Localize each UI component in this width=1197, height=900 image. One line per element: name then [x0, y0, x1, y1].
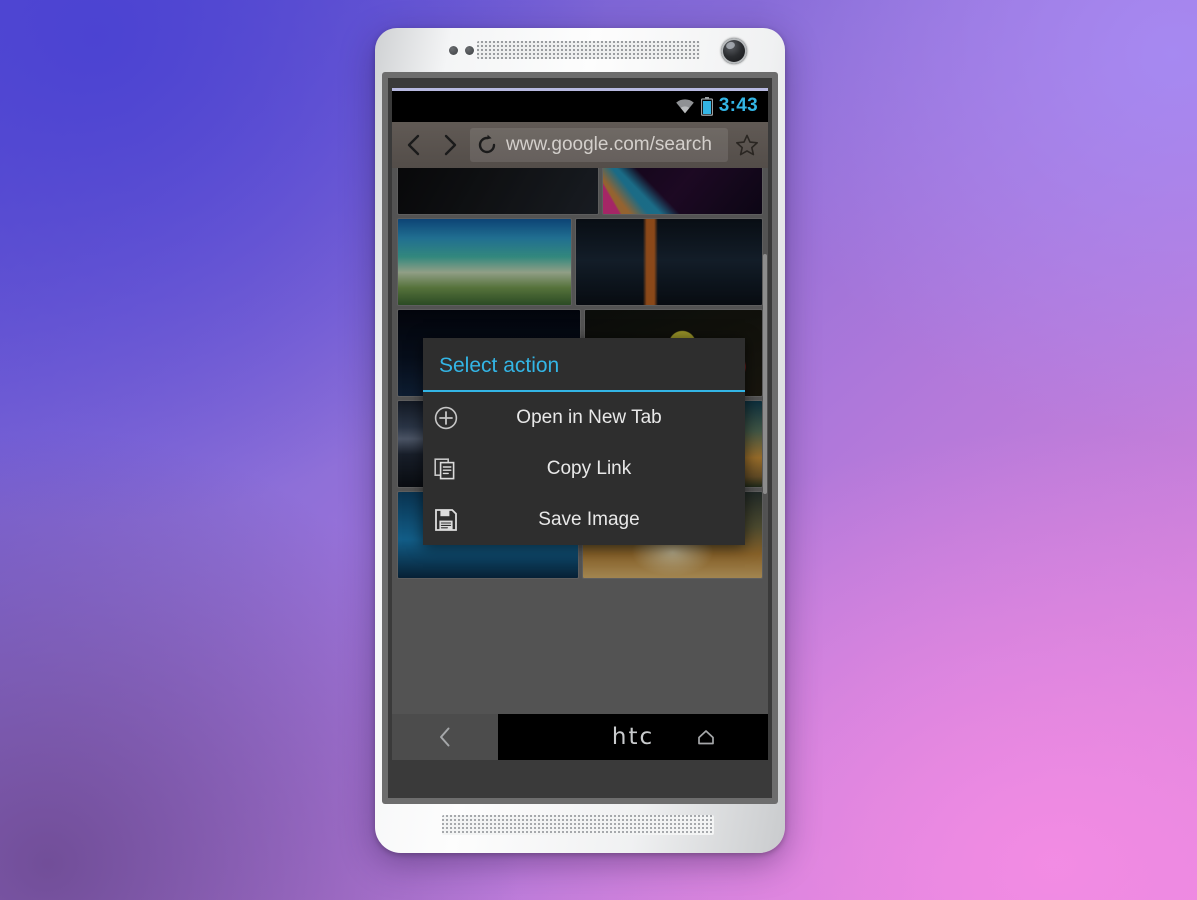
browser-forward-button[interactable] [432, 127, 468, 163]
front-camera-icon [721, 38, 747, 64]
chevron-left-icon [407, 134, 420, 156]
select-action-dialog: Select action Open in New Tab Copy Link [423, 338, 745, 545]
nav-home-button[interactable] [692, 723, 720, 751]
chevron-right-icon [444, 134, 457, 156]
browser-back-button[interactable] [396, 127, 432, 163]
floppy-save-icon [429, 503, 463, 537]
dialog-item-label: Save Image [538, 508, 640, 530]
battery-icon [700, 96, 713, 116]
url-text[interactable]: www.google.com/search [506, 134, 722, 156]
light-sensor-icon [465, 46, 474, 55]
url-bar[interactable]: www.google.com/search [470, 128, 728, 162]
reload-icon [478, 134, 496, 154]
copy-icon [429, 452, 463, 486]
android-status-bar: 3:43 [392, 88, 768, 122]
nav-back-button[interactable] [392, 714, 498, 760]
wifi-icon [675, 99, 694, 114]
dialog-item-copy-link[interactable]: Copy Link [423, 443, 745, 494]
phone-screen: 3:43 www.google.com/search Select action… [392, 88, 768, 760]
dialog-item-label: Copy Link [546, 457, 632, 479]
proximity-sensor-icon [449, 46, 458, 55]
chevron-left-icon [440, 727, 450, 747]
android-navigation-bar: htc [392, 714, 768, 760]
dialog-item-label: Open in New Tab [516, 406, 662, 428]
star-outline-icon [736, 134, 758, 156]
home-icon [698, 730, 714, 745]
htc-brand-logo: htc [611, 724, 655, 750]
earpiece-speaker-grille [477, 41, 700, 59]
bottom-speaker-grille [442, 815, 714, 835]
browser-toolbar: www.google.com/search [392, 122, 768, 168]
dialog-title: Select action [439, 354, 560, 377]
dialog-item-open-in-new-tab[interactable]: Open in New Tab [423, 392, 745, 443]
status-bar-indicators: 3:43 [675, 95, 758, 117]
plus-circle-icon [429, 401, 463, 435]
dialog-item-save-image[interactable]: Save Image [423, 494, 745, 545]
nav-bar-right-section: htc [498, 714, 768, 760]
bookmark-button[interactable] [730, 128, 764, 162]
status-bar-clock: 3:43 [718, 95, 758, 116]
